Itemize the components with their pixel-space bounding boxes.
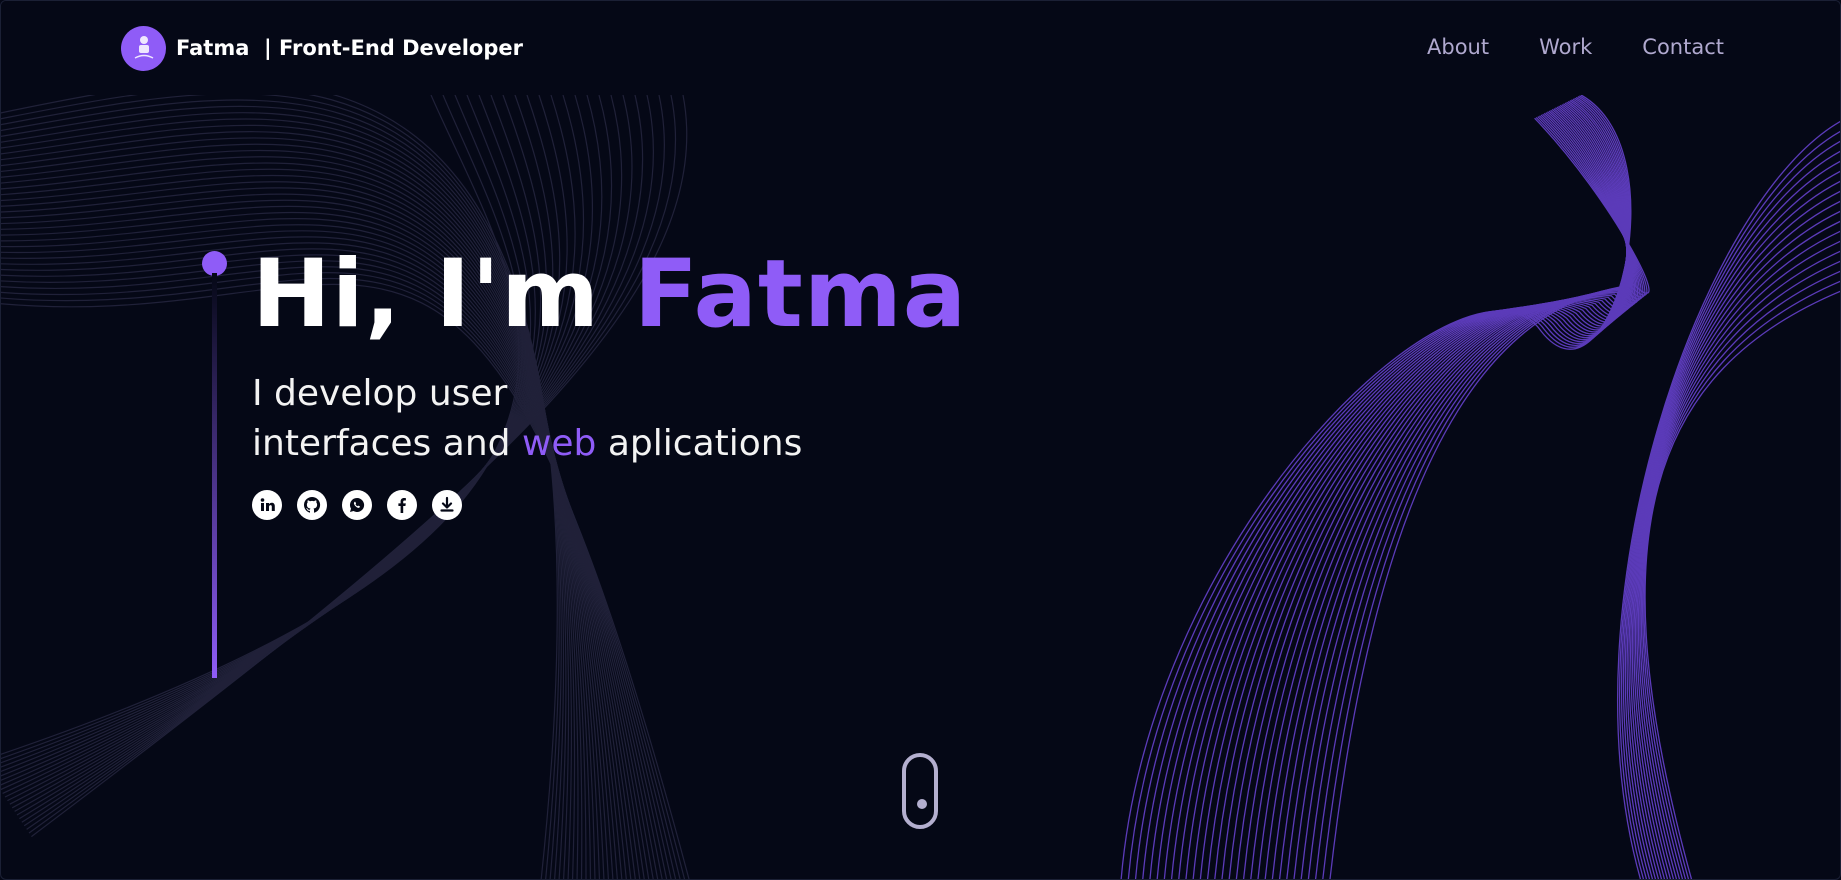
hero-name: Fatma — [633, 240, 968, 349]
github-icon[interactable] — [297, 490, 327, 520]
subtitle-accent: web — [521, 423, 597, 464]
facebook-icon[interactable] — [387, 490, 417, 520]
subtitle-before: interfaces and — [252, 423, 511, 464]
social-links — [252, 490, 462, 520]
logo-icon — [121, 25, 166, 71]
scroll-down-indicator[interactable] — [902, 753, 938, 829]
brand-name: Fatma — [176, 36, 250, 60]
nav-links: About Work Contact — [1427, 35, 1724, 59]
subtitle-after: aplications — [607, 423, 803, 464]
brand-text: Fatma | Front-End Developer — [176, 36, 523, 60]
top-navigation: Fatma | Front-End Developer About Work C… — [1, 1, 1840, 95]
hero-headline: Hi, I'm Fatma — [252, 243, 967, 346]
download-icon[interactable] — [432, 490, 462, 520]
linkedin-icon[interactable] — [252, 490, 282, 520]
scroll-dot — [917, 799, 927, 809]
brand-title: Front-End Developer — [279, 36, 523, 60]
timeline-line — [212, 273, 217, 678]
hero-subtitle-line2: interfaces and web aplications — [252, 419, 802, 469]
nav-link-work[interactable]: Work — [1539, 35, 1592, 59]
hero-greeting: Hi, I'm — [252, 240, 601, 349]
hero-section: Hi, I'm Fatma I develop user interfaces … — [1, 1, 1840, 879]
nav-link-contact[interactable]: Contact — [1642, 35, 1724, 59]
page-frame: Fatma | Front-End Developer About Work C… — [0, 0, 1841, 880]
brand[interactable]: Fatma | Front-End Developer — [121, 25, 523, 71]
nav-link-about[interactable]: About — [1427, 35, 1489, 59]
hero-subtitle-line1: I develop user — [252, 373, 508, 414]
whatsapp-icon[interactable] — [342, 490, 372, 520]
hero-subtitle: I develop user interfaces and web aplica… — [252, 369, 802, 469]
